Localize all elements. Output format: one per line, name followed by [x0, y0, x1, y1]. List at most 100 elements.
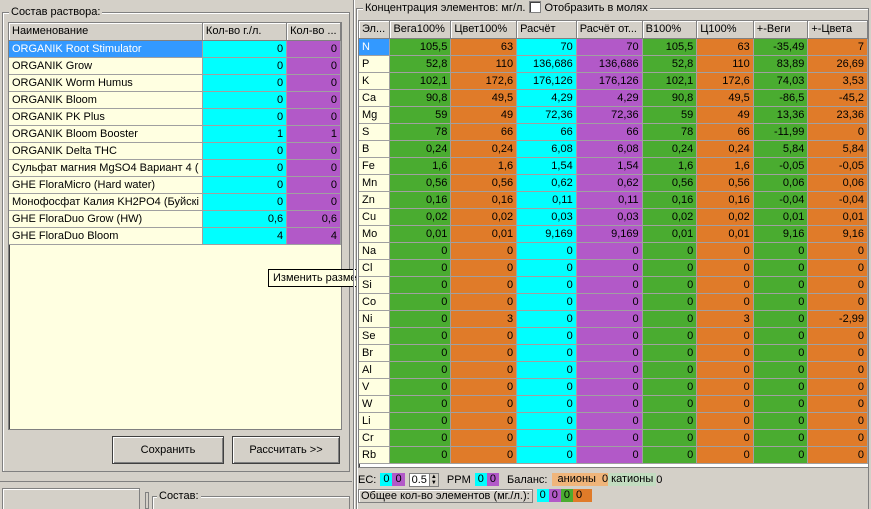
- element-value[interactable]: -45,2: [807, 89, 868, 107]
- ingredient-row[interactable]: ORGANIK Bloom 0 0: [9, 91, 341, 109]
- ingredient-qty-gl[interactable]: 0: [202, 40, 288, 58]
- col-header-name[interactable]: Наименование: [9, 23, 203, 41]
- element-value[interactable]: 0: [516, 412, 577, 430]
- element-value[interactable]: 0: [642, 378, 698, 396]
- ingredient-row[interactable]: ORGANIK Bloom Booster 1 1: [9, 125, 341, 143]
- element-value[interactable]: 72,36: [576, 106, 643, 124]
- element-value[interactable]: 0: [389, 395, 452, 413]
- element-value[interactable]: 0: [807, 395, 868, 413]
- element-symbol[interactable]: Cl: [359, 259, 391, 277]
- element-value[interactable]: 0: [642, 259, 698, 277]
- element-value[interactable]: 176,126: [576, 72, 643, 90]
- element-value[interactable]: 0: [576, 378, 643, 396]
- element-value[interactable]: 0: [753, 378, 809, 396]
- element-value[interactable]: 83,89: [753, 55, 809, 73]
- element-value[interactable]: 66: [516, 123, 577, 141]
- element-value[interactable]: 72,36: [516, 106, 577, 124]
- element-value[interactable]: 0: [450, 276, 518, 294]
- element-value[interactable]: 4,29: [516, 89, 577, 107]
- element-value[interactable]: 0,02: [642, 208, 698, 226]
- element-value[interactable]: 5,84: [753, 140, 809, 158]
- element-value[interactable]: 0: [389, 310, 452, 328]
- element-value[interactable]: 0: [516, 429, 577, 447]
- ingredient-name[interactable]: ORGANIK Bloom: [9, 91, 203, 109]
- ingredient-qty-gl[interactable]: 0: [202, 159, 288, 177]
- element-value[interactable]: 0,02: [696, 208, 754, 226]
- element-value[interactable]: 102,1: [642, 72, 698, 90]
- element-value[interactable]: -35,49: [753, 38, 809, 56]
- element-value[interactable]: 0: [389, 276, 452, 294]
- element-value[interactable]: 0,11: [516, 191, 577, 209]
- element-value[interactable]: 0: [807, 361, 868, 379]
- element-symbol[interactable]: Ni: [359, 310, 391, 328]
- ingredient-row[interactable]: GHE FloraMicro (Hard water) 0 0: [9, 176, 341, 194]
- ingredient-row[interactable]: ORGANIK Worm Humus 0 0: [9, 74, 341, 92]
- element-row[interactable]: W00000000: [359, 395, 868, 413]
- element-value[interactable]: 0: [696, 446, 754, 464]
- element-row[interactable]: Na 0 0 0 0 0 0 0 0: [359, 242, 868, 260]
- element-value[interactable]: 0,03: [576, 208, 643, 226]
- concentration-grid[interactable]: Эл... Вега100% Цвет100% Расчёт Расчёт от... В…: [358, 20, 869, 468]
- element-value[interactable]: 6,08: [576, 140, 643, 158]
- element-value[interactable]: 0: [696, 242, 754, 260]
- element-row[interactable]: Mg 59 49 72,36 72,36 59 49 13,36 23,36: [359, 106, 868, 124]
- element-value[interactable]: 1,6: [642, 157, 698, 175]
- ingredient-qty-2[interactable]: 0: [286, 193, 341, 211]
- col-header-qty-gl[interactable]: Кол-во г./л.: [202, 23, 288, 41]
- conc-col-header[interactable]: Вега100%: [389, 21, 452, 39]
- element-value[interactable]: 0,62: [576, 174, 643, 192]
- element-value[interactable]: 0: [389, 242, 452, 260]
- element-value[interactable]: 0: [696, 344, 754, 362]
- col-header-qty-2[interactable]: Кол-во ...: [286, 23, 341, 41]
- element-value[interactable]: 0: [450, 378, 518, 396]
- element-value[interactable]: 0: [516, 310, 577, 328]
- element-value[interactable]: 0: [642, 310, 698, 328]
- element-value[interactable]: 26,69: [807, 55, 868, 73]
- element-value[interactable]: 49,5: [450, 89, 518, 107]
- conc-col-header[interactable]: Цвет100%: [450, 21, 518, 39]
- element-value[interactable]: 0,24: [389, 140, 452, 158]
- element-value[interactable]: 9,169: [516, 225, 577, 243]
- element-value[interactable]: 0,16: [696, 191, 754, 209]
- element-value[interactable]: 0: [807, 429, 868, 447]
- element-value[interactable]: 0: [807, 123, 868, 141]
- element-row[interactable]: S 78 66 66 66 78 66 -11,99 0: [359, 123, 868, 141]
- element-symbol[interactable]: Cu: [359, 208, 391, 226]
- element-value[interactable]: 0: [807, 412, 868, 430]
- element-symbol[interactable]: W: [359, 395, 391, 413]
- element-symbol[interactable]: Zn: [359, 191, 391, 209]
- ec-spinner[interactable]: 0.5 ▲ ▼: [408, 472, 439, 487]
- element-value[interactable]: 0: [389, 446, 452, 464]
- element-value[interactable]: 9,169: [576, 225, 643, 243]
- element-value[interactable]: 9,16: [753, 225, 809, 243]
- element-value[interactable]: 78: [389, 123, 452, 141]
- element-value[interactable]: 0: [642, 242, 698, 260]
- element-value[interactable]: 1,54: [516, 157, 577, 175]
- element-value[interactable]: 0,01: [389, 225, 452, 243]
- element-value[interactable]: 0,56: [642, 174, 698, 192]
- element-value[interactable]: 0,16: [642, 191, 698, 209]
- element-value[interactable]: -0,04: [753, 191, 809, 209]
- element-value[interactable]: 63: [696, 38, 754, 56]
- element-value[interactable]: 0: [807, 344, 868, 362]
- ingredient-qty-gl[interactable]: 0: [202, 176, 288, 194]
- element-value[interactable]: 70: [516, 38, 577, 56]
- ingredient-qty-gl[interactable]: 0,6: [202, 210, 288, 228]
- element-value[interactable]: 0: [642, 446, 698, 464]
- ingredient-qty-2[interactable]: 0: [286, 142, 341, 160]
- element-value[interactable]: 0: [642, 344, 698, 362]
- element-value[interactable]: 52,8: [389, 55, 452, 73]
- element-value[interactable]: -2,99: [807, 310, 868, 328]
- element-value[interactable]: 0: [450, 361, 518, 379]
- element-value[interactable]: 1,6: [450, 157, 518, 175]
- element-value[interactable]: 0: [807, 378, 868, 396]
- element-symbol[interactable]: S: [359, 123, 391, 141]
- element-value[interactable]: 0,01: [753, 208, 809, 226]
- element-value[interactable]: 0: [696, 395, 754, 413]
- ingredient-name[interactable]: ORGANIK PK Plus: [9, 108, 203, 126]
- element-value[interactable]: 105,5: [389, 38, 452, 56]
- element-value[interactable]: 0: [807, 446, 868, 464]
- element-row[interactable]: P 52,8 110 136,686 136,686 52,8 110 83,89 26,69: [359, 55, 868, 73]
- element-value[interactable]: 0: [516, 395, 577, 413]
- element-row[interactable]: Cu 0,02 0,02 0,03 0,03 0,02 0,02 0,01 0,01: [359, 208, 868, 226]
